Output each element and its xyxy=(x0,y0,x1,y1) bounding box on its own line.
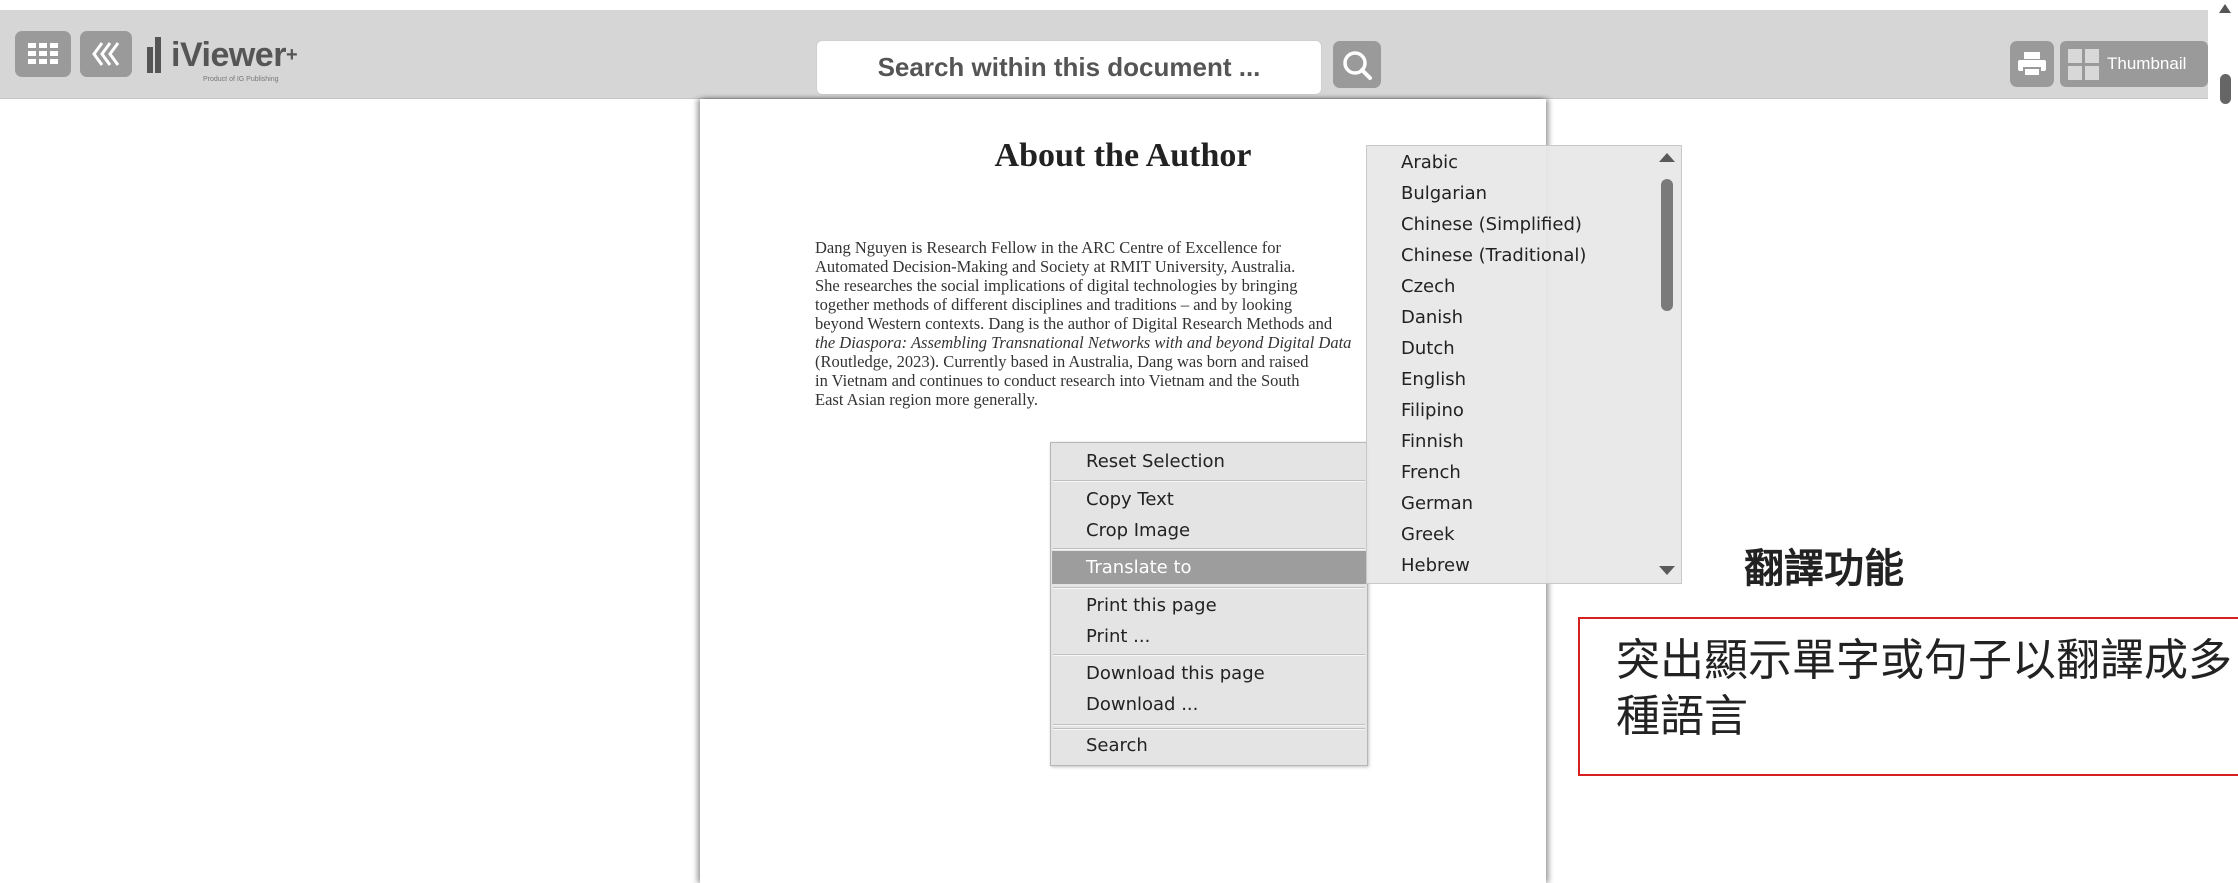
menu-item-download-this-page[interactable]: Download this page xyxy=(1086,661,1265,687)
thumbnail-label: Thumbnail xyxy=(2107,54,2187,73)
language-option[interactable]: Chinese (Traditional) xyxy=(1401,241,1586,271)
iviewer-logo[interactable]: iViewer + Product of IG Publishing xyxy=(147,30,298,83)
text-line[interactable]: She researches the social implications o… xyxy=(815,276,1455,295)
logo-tagline: Product of IG Publishing xyxy=(203,76,279,83)
menu-divider xyxy=(1053,587,1365,589)
scroll-up-arrow-icon[interactable] xyxy=(1659,153,1675,162)
menu-divider xyxy=(1053,654,1365,656)
scrollbar-thumb[interactable] xyxy=(1661,179,1673,311)
scroll-down-arrow-icon[interactable] xyxy=(1659,566,1675,575)
language-option[interactable]: Chinese (Simplified) xyxy=(1401,210,1582,240)
menu-item-crop-image[interactable]: Crop Image xyxy=(1086,518,1190,544)
grid-icon xyxy=(28,43,58,64)
menu-divider xyxy=(1053,480,1365,482)
menu-divider xyxy=(1053,724,1365,726)
menu-item-search[interactable]: Search xyxy=(1086,733,1148,759)
double-chevron-left-icon xyxy=(92,42,120,66)
language-option[interactable]: Bulgarian xyxy=(1401,179,1487,209)
collapse-back-button[interactable] xyxy=(80,31,132,77)
text-line[interactable]: East Asian region more generally. xyxy=(815,390,1455,409)
menu-item-copy-text[interactable]: Copy Text xyxy=(1086,487,1174,513)
text-line[interactable]: the Diaspora: Assembling Transnational N… xyxy=(815,333,1455,352)
language-option[interactable]: Danish xyxy=(1401,303,1463,333)
book-logo-icon xyxy=(147,37,167,73)
annotation-text-line: 種語言 xyxy=(1616,691,1748,742)
scroll-up-arrow-icon[interactable] xyxy=(2219,4,2231,13)
text-line[interactable]: beyond Western contexts. Dang is the aut… xyxy=(815,314,1455,333)
menu-item-print[interactable]: Print ... xyxy=(1086,624,1150,650)
annotation-title: 翻譯功能 xyxy=(1744,546,1904,592)
language-list: Arabic Bulgarian Chinese (Simplified) Ch… xyxy=(1366,145,1682,584)
text-line[interactable]: Automated Decision-Making and Society at… xyxy=(815,257,1455,276)
annotation-box: 突出顯示單字或句子以翻譯成多 種語言 xyxy=(1578,617,2238,776)
language-option[interactable]: Filipino xyxy=(1401,396,1464,426)
thumbnail-icon xyxy=(2068,48,2099,80)
language-option[interactable]: Dutch xyxy=(1401,334,1455,364)
language-option[interactable]: German xyxy=(1401,489,1473,519)
top-toolbar: iViewer + Product of IG Publishing Searc… xyxy=(0,10,2208,99)
language-option[interactable]: Hebrew xyxy=(1401,551,1470,581)
text-line[interactable]: (Routledge, 2023). Currently based in Au… xyxy=(815,352,1455,371)
logo-text: iViewer xyxy=(171,36,286,74)
language-option[interactable]: Greek xyxy=(1401,520,1455,550)
menu-divider xyxy=(1053,728,1365,730)
grid-menu-button[interactable] xyxy=(15,31,71,77)
annotation-text: 突出顯示單字或句子以翻譯成多 種語言 xyxy=(1616,633,2238,745)
scrollbar-thumb[interactable] xyxy=(2220,74,2231,104)
print-button[interactable] xyxy=(2010,41,2054,87)
menu-item-download[interactable]: Download ... xyxy=(1086,692,1198,718)
context-menu: Reset Selection Copy Text Crop Image Tra… xyxy=(1050,442,1368,766)
thumbnail-button[interactable]: Thumbnail xyxy=(2060,41,2208,87)
menu-item-print-this-page[interactable]: Print this page xyxy=(1086,593,1217,619)
search-input[interactable]: Search within this document ... xyxy=(816,40,1322,95)
language-option[interactable]: French xyxy=(1401,458,1461,488)
search-button[interactable] xyxy=(1333,41,1381,88)
text-line[interactable]: in Vietnam and continues to conduct rese… xyxy=(815,371,1455,390)
menu-item-reset-selection[interactable]: Reset Selection xyxy=(1086,449,1225,475)
text-line[interactable]: together methods of different discipline… xyxy=(815,295,1455,314)
language-option[interactable]: Czech xyxy=(1401,272,1455,302)
document-text[interactable]: Dang Nguyen is Research Fellow in the AR… xyxy=(815,238,1455,409)
language-option[interactable]: Arabic xyxy=(1401,148,1458,178)
language-list-scrollbar[interactable] xyxy=(1653,149,1679,579)
language-option[interactable]: English xyxy=(1401,365,1466,395)
annotation-text-line: 突出顯示單字或句子以翻譯成多 xyxy=(1616,635,2232,686)
text-line[interactable]: Dang Nguyen is Research Fellow in the AR… xyxy=(815,238,1455,257)
language-option[interactable]: Finnish xyxy=(1401,427,1464,457)
menu-divider xyxy=(1053,548,1365,550)
menu-item-translate-to[interactable]: Translate to xyxy=(1052,551,1366,584)
printer-icon xyxy=(2018,52,2046,77)
search-icon xyxy=(1343,50,1372,80)
